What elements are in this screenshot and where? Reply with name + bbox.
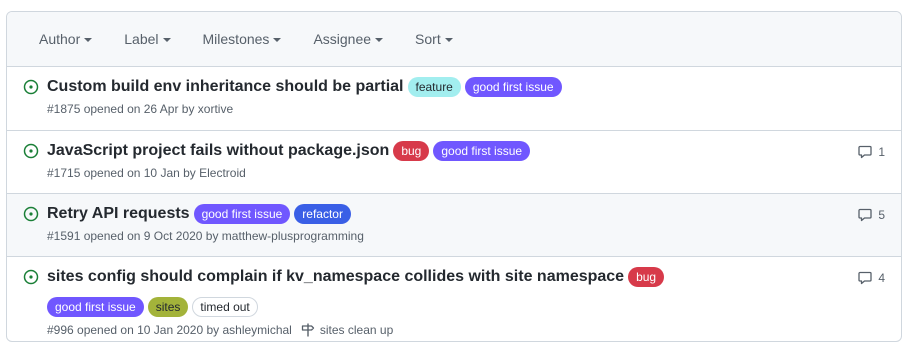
issue-row[interactable]: Custom build env inheritance should be p…	[7, 67, 901, 131]
issue-opened-icon	[23, 269, 39, 285]
issue-meta-line: #996 opened on 10 Jan 2020 by ashleymich…	[47, 322, 827, 338]
issue-meta: #1591 opened on 9 Oct 2020 by matthew-pl…	[47, 229, 364, 243]
filter-sort-label: Sort	[415, 31, 441, 47]
issue-opened-icon	[23, 79, 39, 95]
filter-author-label: Author	[39, 31, 81, 47]
issue-row[interactable]: JavaScript project fails without package…	[7, 131, 901, 194]
issue-meta: #1715 opened on 10 Jan by Electroid	[47, 166, 246, 180]
issue-title[interactable]: Retry API requests	[47, 205, 190, 223]
filter-label-label: Label	[124, 31, 159, 47]
comment-icon	[858, 145, 872, 159]
filter-milestones[interactable]: Milestones	[203, 31, 282, 47]
filter-assignee-label: Assignee	[313, 31, 372, 47]
issue-opened-icon	[23, 206, 39, 222]
comment-count[interactable]: 4	[857, 270, 885, 286]
caret-down-icon	[375, 38, 384, 42]
label-good-first-issue[interactable]: good first issue	[464, 77, 562, 97]
label-good-first-issue[interactable]: good first issue	[193, 204, 291, 224]
milestone-icon	[301, 323, 315, 337]
comment-icon	[858, 271, 872, 285]
filter-milestones-label: Milestones	[202, 31, 270, 47]
milestone-label: sites clean up	[319, 323, 394, 337]
issue-row[interactable]: Retry API requests good first issue refa…	[7, 194, 901, 257]
comment-count-value: 4	[878, 271, 885, 285]
filter-author[interactable]: Author	[39, 31, 93, 47]
label-refactor[interactable]: refactor	[294, 204, 351, 224]
comment-count-value: 5	[878, 208, 885, 222]
caret-down-icon	[273, 38, 282, 42]
label-bug[interactable]: bug	[628, 267, 665, 287]
comment-icon	[858, 208, 872, 222]
issue-list-box: Author Label Milestones Assignee Sort Cu…	[6, 11, 902, 342]
label-good-first-issue[interactable]: good first issue	[433, 141, 531, 161]
issue-title[interactable]: Custom build env inheritance should be p…	[47, 78, 404, 96]
filter-assignee[interactable]: Assignee	[313, 31, 384, 47]
label-feature[interactable]: feature	[407, 77, 461, 97]
filter-sort[interactable]: Sort	[415, 31, 453, 47]
issue-meta: #996 opened on 10 Jan 2020 by ashleymich…	[47, 323, 292, 337]
filter-label[interactable]: Label	[124, 31, 171, 47]
comment-count-value: 1	[878, 145, 885, 159]
filter-bar: Author Label Milestones Assignee Sort	[7, 12, 901, 67]
milestone-link[interactable]: sites clean up	[300, 322, 393, 338]
label-sites[interactable]: sites	[147, 297, 189, 317]
comment-count[interactable]: 5	[857, 207, 885, 223]
issue-title[interactable]: sites config should complain if kv_names…	[47, 268, 624, 286]
issue-title[interactable]: JavaScript project fails without package…	[47, 142, 389, 160]
caret-down-icon	[444, 38, 453, 42]
issue-opened-icon	[23, 143, 39, 159]
caret-down-icon	[162, 38, 171, 42]
comment-count[interactable]: 1	[857, 144, 885, 160]
label-bug[interactable]: bug	[393, 141, 430, 161]
issue-row[interactable]: sites config should complain if kv_names…	[7, 257, 901, 341]
label-timed-out[interactable]: timed out	[192, 297, 258, 317]
caret-down-icon	[84, 38, 93, 42]
label-good-first-issue[interactable]: good first issue	[47, 297, 144, 317]
issue-meta: #1875 opened on 26 Apr by xortive	[47, 102, 234, 116]
